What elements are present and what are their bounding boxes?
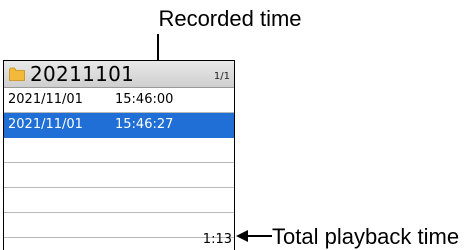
list-item-empty	[4, 163, 234, 188]
folder-name: 20211101	[30, 62, 135, 86]
total-playback-time-callout-label: Total playback time	[272, 224, 460, 249]
list-item[interactable]: 2021/11/01 15:46:00	[4, 88, 234, 113]
recorded-time-callout-label: Recorded time	[158, 6, 302, 31]
list-item-empty	[4, 188, 234, 213]
recording-date: 2021/11/01	[8, 92, 83, 107]
recording-time: 15:46:00	[115, 92, 174, 107]
page-indicator: 1/1	[213, 71, 230, 82]
recording-date: 2021/11/01	[8, 117, 83, 132]
list-header: 20211101 1/1	[4, 61, 234, 88]
recording-time: 15:46:27	[115, 117, 174, 132]
list-item-empty	[4, 138, 234, 163]
folder-icon	[9, 67, 25, 81]
total-playback-time: 1:13	[202, 232, 232, 247]
total-playback-time-arrow-icon	[236, 230, 272, 242]
list-item-selected[interactable]: 2021/11/01 15:46:27	[4, 113, 234, 138]
list-item-empty	[4, 213, 234, 238]
voice-record-file-list: 20211101 1/1 2021/11/01 15:46:00 2021/11…	[3, 60, 235, 250]
